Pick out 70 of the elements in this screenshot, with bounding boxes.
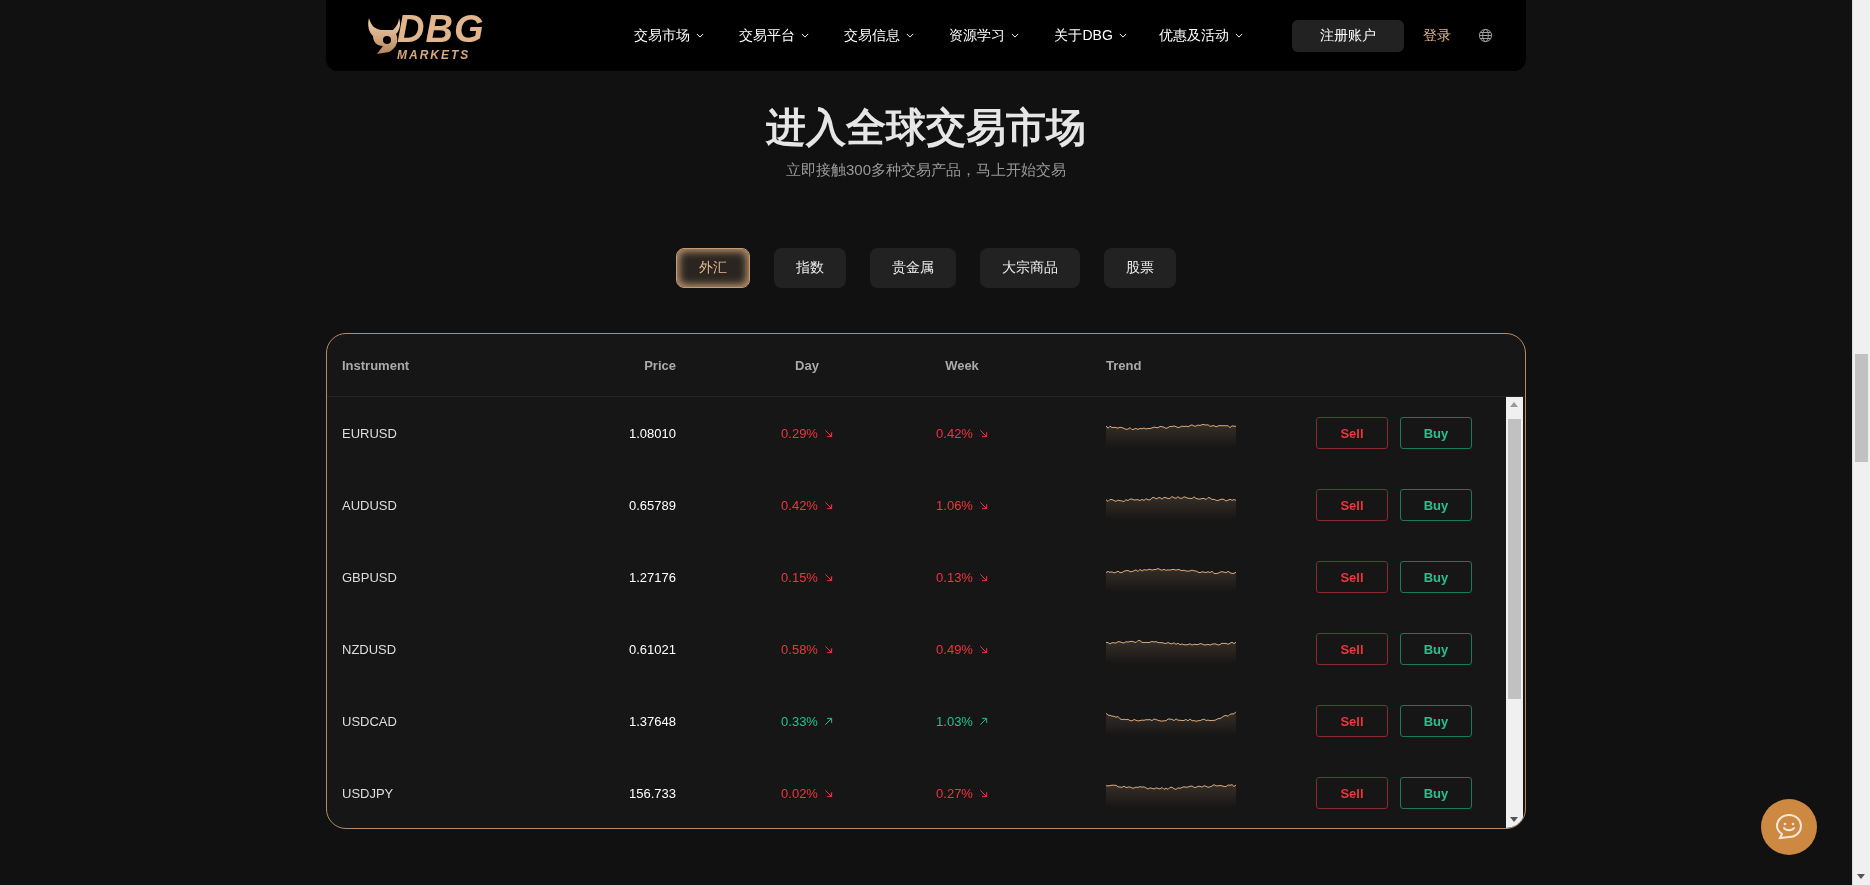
category-tab[interactable]: 股票 bbox=[1104, 248, 1176, 288]
price-value: 1.27176 bbox=[628, 569, 676, 585]
nav-menu-item[interactable]: 资源学习 bbox=[949, 26, 1055, 45]
caret-icon bbox=[696, 33, 705, 38]
column-header: Instrument bbox=[342, 357, 411, 373]
sell-button[interactable]: Sell bbox=[1316, 489, 1388, 521]
caret-icon bbox=[1011, 33, 1020, 38]
nav-menu-item[interactable]: 优惠及活动 bbox=[1159, 26, 1265, 45]
sell-button[interactable]: Sell bbox=[1316, 705, 1388, 737]
change-value: 0.58% bbox=[781, 641, 818, 657]
change-value: 0.15% bbox=[781, 569, 818, 585]
nav-menu-item[interactable]: 交易平台 bbox=[739, 26, 845, 45]
buy-button[interactable]: Buy bbox=[1400, 705, 1472, 737]
login-link[interactable]: 登录 bbox=[1423, 26, 1452, 45]
change-value: 0.27% bbox=[936, 785, 973, 801]
globe-icon[interactable] bbox=[1478, 28, 1494, 43]
instrument-name[interactable]: AUDUSD bbox=[342, 497, 526, 513]
buy-button[interactable]: Buy bbox=[1400, 561, 1472, 593]
change-value: 0.13% bbox=[936, 569, 973, 585]
caret-icon bbox=[906, 33, 915, 38]
page-scrollbar[interactable] bbox=[1852, 0, 1870, 885]
instrument-name[interactable]: EURUSD bbox=[342, 425, 526, 441]
change-value: 0.49% bbox=[936, 641, 973, 657]
price-value: 156.733 bbox=[628, 785, 676, 801]
nav-menu-item[interactable]: 关于DBG bbox=[1054, 26, 1160, 45]
logo-subtitle: MARKETS bbox=[397, 49, 472, 61]
change-value: 0.02% bbox=[781, 785, 818, 801]
change-value: 1.03% bbox=[936, 713, 973, 729]
caret-icon bbox=[1235, 33, 1244, 38]
chat-button[interactable] bbox=[1761, 799, 1817, 855]
caret-icon bbox=[801, 33, 810, 38]
buy-button[interactable]: Buy bbox=[1400, 777, 1472, 809]
category-tab[interactable]: 指数 bbox=[774, 248, 846, 288]
category-tab[interactable]: 贵金属 bbox=[870, 248, 956, 288]
change-value: 0.33% bbox=[781, 713, 818, 729]
buy-button[interactable]: Buy bbox=[1400, 633, 1472, 665]
change-value: 0.42% bbox=[936, 425, 973, 441]
change-value: 0.42% bbox=[781, 497, 818, 513]
price-value: 1.37648 bbox=[628, 713, 676, 729]
column-header: Day bbox=[794, 357, 820, 373]
page-title: 进入全球交易市场 bbox=[766, 104, 1086, 151]
table-scrollbar[interactable] bbox=[1506, 397, 1523, 828]
sell-button[interactable]: Sell bbox=[1316, 777, 1388, 809]
category-tab[interactable]: 大宗商品 bbox=[980, 248, 1080, 288]
price-value: 0.61021 bbox=[628, 641, 676, 657]
price-value: 1.08010 bbox=[628, 425, 676, 441]
register-button[interactable]: 注册账户 bbox=[1292, 19, 1405, 52]
column-header: Price bbox=[643, 357, 676, 373]
instrument-name[interactable]: GBPUSD bbox=[342, 569, 526, 585]
buy-button[interactable]: Buy bbox=[1400, 417, 1472, 449]
logo[interactable]: DBG MARKETS bbox=[363, 10, 485, 61]
column-header: Week bbox=[944, 357, 980, 373]
page-subtitle: 立即接触300多种交易产品，马上开始交易 bbox=[786, 160, 1066, 180]
nav-menu-item[interactable]: 交易信息 bbox=[844, 26, 950, 45]
chat-smiley-icon bbox=[1774, 812, 1804, 842]
price-value: 0.65789 bbox=[628, 497, 676, 513]
change-value: 1.06% bbox=[936, 497, 973, 513]
sell-button[interactable]: Sell bbox=[1316, 561, 1388, 593]
instrument-name[interactable]: USDCAD bbox=[342, 713, 526, 729]
buy-button[interactable]: Buy bbox=[1400, 489, 1472, 521]
column-header: Trend bbox=[1106, 357, 1143, 373]
sell-button[interactable]: Sell bbox=[1316, 633, 1388, 665]
logo-wordmark: DBG bbox=[397, 10, 485, 48]
change-value: 0.29% bbox=[781, 425, 818, 441]
instrument-name[interactable]: NZDUSD bbox=[342, 641, 526, 657]
instrument-name[interactable]: USDJPY bbox=[342, 785, 526, 801]
sell-button[interactable]: Sell bbox=[1316, 417, 1388, 449]
category-tab[interactable]: 外汇 bbox=[676, 248, 750, 288]
nav-menu-item[interactable]: 交易市场 bbox=[634, 26, 740, 45]
caret-icon bbox=[1118, 33, 1127, 38]
